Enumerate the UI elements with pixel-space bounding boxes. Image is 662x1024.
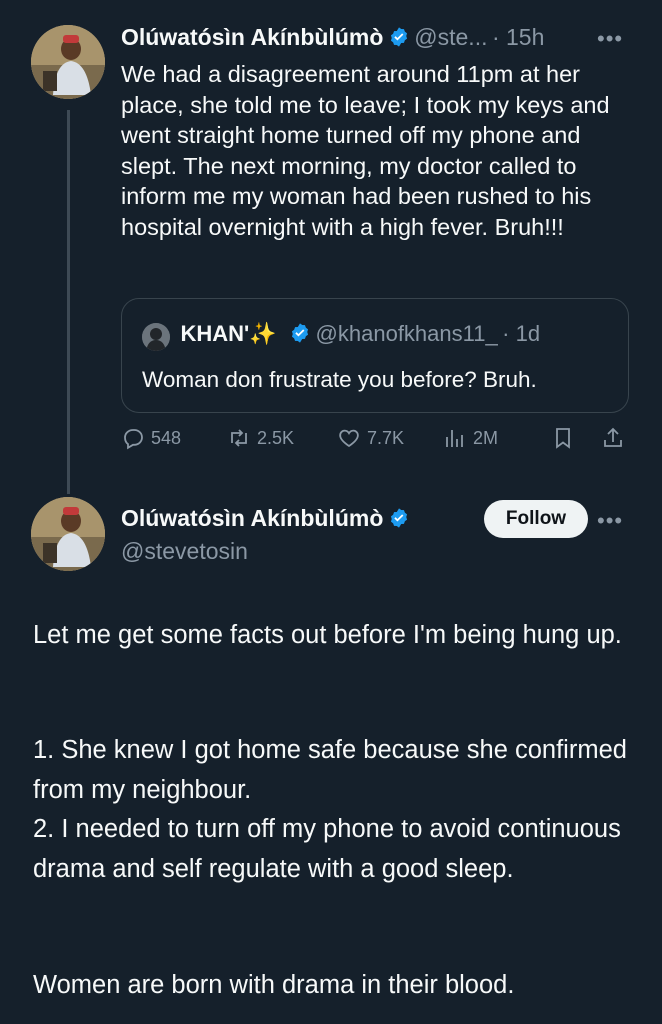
- verified-badge-icon: [292, 323, 309, 343]
- quote-avatar: [142, 322, 170, 351]
- repost-icon: [231, 429, 247, 447]
- like-count: 7.7K: [367, 427, 405, 448]
- follow-button[interactable]: Follow: [484, 500, 588, 538]
- quote-text: Woman don frustrate you before? Bruh.: [142, 367, 537, 392]
- tweet-closing: Women are born with drama in their blood…: [33, 971, 515, 999]
- author-name[interactable]: Olúwatósìn Akínbùlúmò: [121, 505, 383, 531]
- views-count: 2M: [473, 427, 499, 448]
- more-icon[interactable]: •••: [597, 26, 623, 52]
- share-button[interactable]: [601, 426, 625, 450]
- tweet-text: We had a disagreement around 11pm at her…: [121, 61, 610, 240]
- quote-author-handle[interactable]: @khanofkhans11_: [316, 321, 498, 346]
- views-button[interactable]: 2M: [443, 426, 498, 450]
- author-name[interactable]: Olúwatósìn Akínbùlúmò: [121, 24, 383, 50]
- quoted-tweet[interactable]: KHAN'✨ @khanofkhans11_ · 1d Woman don fr…: [121, 298, 629, 413]
- tweet-paragraph: Let me get some facts out before I'm bei…: [33, 621, 622, 649]
- bookmark-button[interactable]: [551, 426, 575, 450]
- repost-button[interactable]: 2.5K: [227, 426, 294, 450]
- reply-count: 548: [151, 427, 182, 448]
- like-icon: [339, 429, 359, 448]
- more-icon[interactable]: •••: [597, 508, 623, 534]
- verified-badge-icon: [390, 508, 407, 528]
- reply-button[interactable]: 548: [121, 426, 181, 450]
- thread-line: [67, 110, 70, 494]
- bookmark-icon: [556, 428, 570, 449]
- action-bar: 548 2.5K 7.7K 2M: [121, 426, 631, 456]
- views-icon: [446, 430, 463, 447]
- tweet-point-2: 2. I needed to turn off my phone to avoi…: [33, 815, 621, 883]
- tweet-time[interactable]: · 15h: [492, 24, 544, 50]
- author-avatar[interactable]: [31, 25, 105, 99]
- author-handle[interactable]: @stevetosin: [121, 538, 248, 565]
- author-avatar[interactable]: [31, 497, 105, 571]
- reply-icon: [124, 429, 143, 450]
- verified-badge-icon: [390, 27, 407, 47]
- like-button[interactable]: 7.7K: [337, 426, 404, 450]
- author-handle[interactable]: @ste...: [414, 24, 487, 50]
- repost-count: 2.5K: [257, 427, 295, 448]
- quote-author-name[interactable]: KHAN'✨: [180, 321, 276, 346]
- tweet-point-1: 1. She knew I got home safe because she …: [33, 736, 627, 804]
- share-icon: [604, 427, 622, 447]
- quote-time: · 1d: [502, 321, 541, 346]
